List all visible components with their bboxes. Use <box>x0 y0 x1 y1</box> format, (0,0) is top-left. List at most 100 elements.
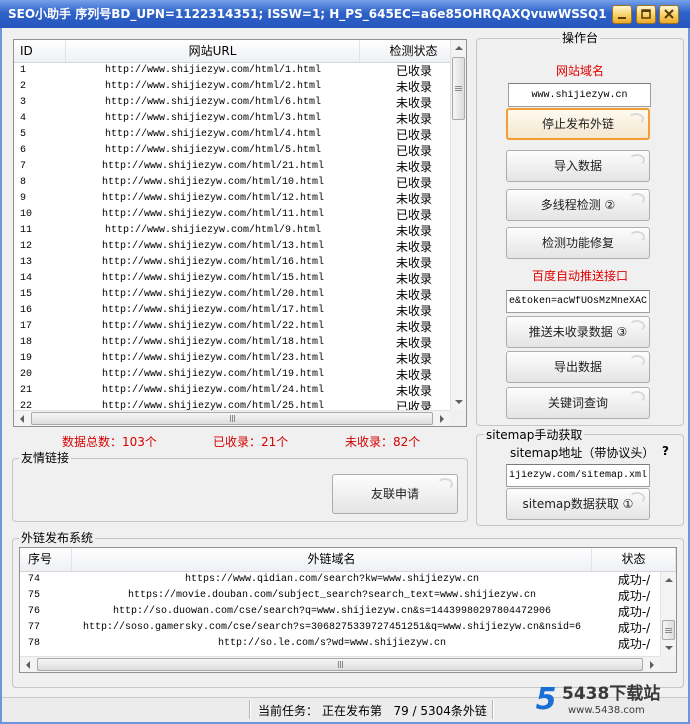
cell-status: 已收录 <box>395 64 432 78</box>
cell-url: http://so.duowan.com/cse/search?q=www.sh… <box>112 606 552 617</box>
cell-id: 7 <box>20 161 27 172</box>
sitemap-address-input[interactable] <box>506 464 650 487</box>
column-header-link-domain[interactable]: 外链域名 <box>72 548 592 571</box>
cell-status: 已收录 <box>395 128 432 142</box>
table-row[interactable]: 8 http://www.shijiezyw.com/html/10.html 已收… <box>14 175 450 191</box>
table-row[interactable]: 20 http://www.shijiezyw.com/html/19.html 未… <box>14 367 450 383</box>
cell-status: 未收录 <box>395 288 432 302</box>
scroll-down-arrow-icon[interactable] <box>451 394 466 409</box>
table-row[interactable]: 5 http://www.shijiezyw.com/html/4.html 已收录 <box>14 127 450 143</box>
table-row[interactable]: 15 http://www.shijiezyw.com/html/20.html 未… <box>14 287 450 303</box>
table-row[interactable]: 10 http://www.shijiezyw.com/html/11.html 已… <box>14 207 450 223</box>
scroll-right-arrow-icon[interactable] <box>644 657 659 672</box>
table-row[interactable]: 11 http://www.shijiezyw.com/html/9.html 未收… <box>14 223 450 239</box>
cell-id: 22 <box>20 401 33 410</box>
cell-url: http://www.shijiezyw.com/html/11.html <box>101 209 325 220</box>
status-task-label: 当前任务： <box>258 704 319 718</box>
link-list-vertical-scrollbar[interactable] <box>660 572 676 656</box>
table-row[interactable]: 74 https://www.qidian.com/search?kw=www.s… <box>20 572 660 588</box>
table-row[interactable]: 76 http://so.duowan.com/cse/search?q=www.… <box>20 604 660 620</box>
cell-status: 未收录 <box>395 320 432 334</box>
column-header-status[interactable]: 检测状态 <box>360 40 450 62</box>
scrollbar-corner <box>450 410 466 426</box>
scrollbar-corner <box>660 656 676 672</box>
cell-id: 6 <box>20 145 27 156</box>
push-unindexed-button[interactable]: 推送未收录数据 ③ <box>506 316 650 348</box>
friend-link-apply-button[interactable]: 友联申请 <box>332 474 458 514</box>
close-button[interactable] <box>659 5 679 24</box>
table-row[interactable]: 2 http://www.shijiezyw.com/html/2.html 未收录 <box>14 79 450 95</box>
table-row[interactable]: 9 http://www.shijiezyw.com/html/12.html 未收… <box>14 191 450 207</box>
cell-status: 未收录 <box>395 304 432 318</box>
scroll-thumb[interactable] <box>37 658 643 671</box>
scroll-left-arrow-icon[interactable] <box>20 657 35 672</box>
column-header-index[interactable]: 序号 <box>20 548 72 571</box>
scroll-right-arrow-icon[interactable] <box>434 411 449 426</box>
repair-check-button[interactable]: 检测功能修复 <box>506 227 650 259</box>
cell-id: 78 <box>28 638 41 649</box>
cell-status: 未收录 <box>395 336 432 350</box>
url-list-horizontal-scrollbar[interactable] <box>14 410 450 426</box>
close-icon <box>664 9 674 19</box>
column-header-status[interactable]: 状态 <box>592 548 676 571</box>
cell-id: 18 <box>20 337 33 348</box>
multithread-check-button[interactable]: 多线程检测 ② <box>506 189 650 221</box>
title-bar[interactable]: SEO小助手 序列号BD_UPN=1122314351; ISSW=1; H_P… <box>0 0 690 28</box>
cell-id: 74 <box>28 574 41 585</box>
sitemap-fetch-button[interactable]: sitemap数据获取 ① <box>506 488 650 520</box>
arrow-glyph <box>439 414 444 423</box>
table-row[interactable]: 1 http://www.shijiezyw.com/html/1.html 已收录 <box>14 63 450 79</box>
table-row[interactable]: 19 http://www.shijiezyw.com/html/23.html 未… <box>14 351 450 367</box>
scroll-up-arrow-icon[interactable] <box>451 40 466 55</box>
table-row[interactable]: 17 http://www.shijiezyw.com/html/22.html 未… <box>14 319 450 335</box>
table-row[interactable]: 75 https://movie.douban.com/subject_searc… <box>20 588 660 604</box>
cell-status: 未收录 <box>395 96 432 110</box>
cell-id: 75 <box>28 590 41 601</box>
table-row[interactable]: 12 http://www.shijiezyw.com/html/13.html 未… <box>14 239 450 255</box>
scroll-thumb[interactable] <box>452 57 465 120</box>
link-publish-list[interactable]: 序号 外链域名 状态 74 https://www.qidian.com/sear… <box>19 547 677 673</box>
column-header-url[interactable]: 网站URL <box>66 40 360 62</box>
cell-url: http://www.shijiezyw.com/html/25.html <box>101 401 325 410</box>
cell-url: https://www.qidian.com/search?kw=www.shi… <box>184 574 480 585</box>
table-row[interactable]: 14 http://www.shijiezyw.com/html/15.html 未… <box>14 271 450 287</box>
table-row[interactable]: 13 http://www.shijiezyw.com/html/16.html 未… <box>14 255 450 271</box>
table-row[interactable]: 18 http://www.shijiezyw.com/html/18.html 未… <box>14 335 450 351</box>
table-row[interactable]: 7 http://www.shijiezyw.com/html/21.html 未收… <box>14 159 450 175</box>
stop-publish-button[interactable]: 停止发布外链 <box>506 108 650 140</box>
watermark-url: www.5438.com <box>568 705 645 716</box>
scroll-left-arrow-icon[interactable] <box>14 411 29 426</box>
table-row[interactable]: 16 http://www.shijiezyw.com/html/17.html 未… <box>14 303 450 319</box>
table-row[interactable]: 77 http://soso.gamersky.com/cse/search?s=… <box>20 620 660 636</box>
table-row[interactable]: 6 http://www.shijiezyw.com/html/5.html 已收录 <box>14 143 450 159</box>
minimize-button[interactable] <box>612 5 632 24</box>
domain-input[interactable] <box>508 83 651 107</box>
table-row[interactable]: 4 http://www.shijiezyw.com/html/3.html 未收录 <box>14 111 450 127</box>
column-header-id[interactable]: ID <box>14 40 66 62</box>
cell-url: https://movie.douban.com/subject_search?… <box>127 590 537 601</box>
help-icon[interactable]: ? <box>662 444 669 458</box>
cell-status: 成功-/ <box>617 573 651 587</box>
keyword-query-button[interactable]: 关键词查询 <box>506 387 650 419</box>
url-list-body[interactable]: 1 http://www.shijiezyw.com/html/1.html 已收录… <box>14 63 450 410</box>
table-row[interactable]: 78 http://so.le.com/s?wd=www.shijiezyw.cn… <box>20 636 660 652</box>
import-data-button[interactable]: 导入数据 <box>506 150 650 182</box>
url-list[interactable]: ID 网站URL 检测状态 1 http://www.shijiezyw.com/… <box>13 39 467 427</box>
link-list-body[interactable]: 74 https://www.qidian.com/search?kw=www.s… <box>20 572 660 656</box>
maximize-button[interactable] <box>636 5 656 24</box>
cell-id: 1 <box>20 65 27 76</box>
export-data-button[interactable]: 导出数据 <box>506 351 650 383</box>
url-list-vertical-scrollbar[interactable] <box>450 40 466 410</box>
scroll-thumb[interactable] <box>662 620 675 640</box>
link-list-horizontal-scrollbar[interactable] <box>20 656 660 672</box>
table-row[interactable]: 21 http://www.shijiezyw.com/html/24.html 未… <box>14 383 450 399</box>
scroll-thumb[interactable] <box>31 412 433 425</box>
scroll-up-arrow-icon[interactable] <box>661 572 676 587</box>
cell-id: 9 <box>20 193 27 204</box>
baidu-push-input[interactable] <box>506 290 650 313</box>
table-row[interactable]: 3 http://www.shijiezyw.com/html/6.html 未收录 <box>14 95 450 111</box>
table-row[interactable]: 22 http://www.shijiezyw.com/html/25.html 已… <box>14 399 450 410</box>
scroll-down-arrow-icon[interactable] <box>661 640 676 655</box>
stat-not-indexed: 未收录：82个 <box>345 435 421 449</box>
arrow-glyph <box>454 45 463 50</box>
